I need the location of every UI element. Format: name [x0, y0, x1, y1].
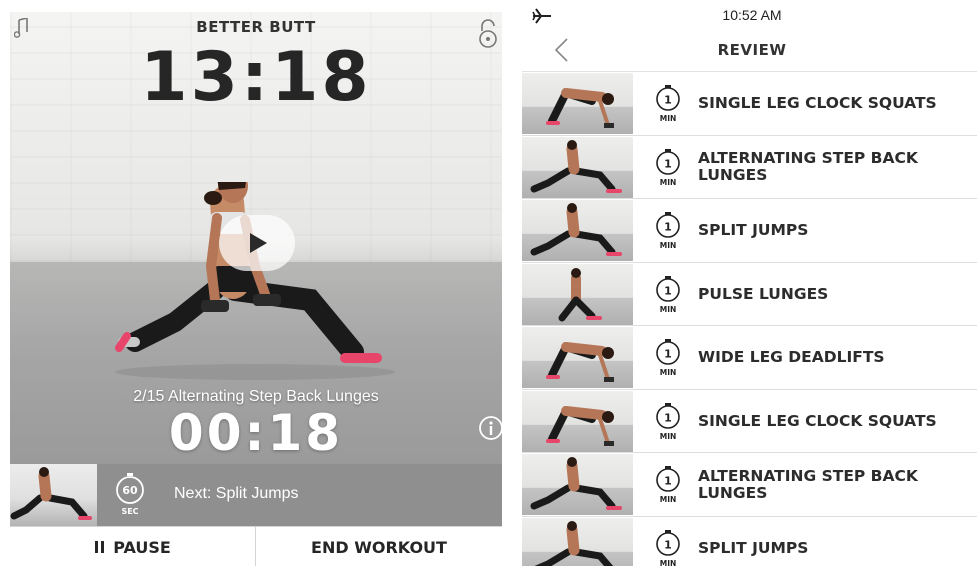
pause-label: PAUSE	[113, 537, 171, 557]
svg-text:1: 1	[664, 348, 672, 361]
athlete-figure	[115, 182, 395, 380]
athlete-thumbnail	[546, 405, 614, 446]
stopwatch-icon: 1 MIN	[656, 85, 680, 123]
stopwatch-icon: 1 MIN	[656, 339, 680, 377]
stopwatch-icon: 1 MIN	[656, 275, 680, 314]
list-item[interactable]: 1 MIN SPLIT JUMPS	[522, 517, 977, 566]
list-item[interactable]: 1 MIN PULSE LUNGES	[522, 263, 977, 326]
svg-text:MIN: MIN	[660, 114, 677, 123]
exercise-name: PULSE LUNGES	[698, 284, 829, 303]
exercise-name: SINGLE LEG CLOCK SQUATS	[698, 94, 937, 112]
exercise-thumbnail	[522, 454, 633, 515]
nav-bar: REVIEW	[522, 28, 977, 72]
svg-text:MIN: MIN	[660, 559, 677, 566]
exercise-name: SINGLE LEG CLOCK SQUATS	[698, 411, 937, 430]
stopwatch-icon: 1 MIN	[656, 466, 680, 504]
end-workout-label: END WORKOUT	[311, 537, 447, 557]
athlete-thumbnail	[10, 467, 92, 520]
athlete-thumbnail	[533, 520, 614, 566]
stopwatch-icon: 60 SEC	[116, 473, 144, 516]
exercise-thumbnail	[522, 263, 633, 325]
exercise-thumbnail	[522, 73, 633, 134]
status-bar: 10:52 AM	[522, 0, 977, 28]
exercise-name: ALTERNATING STEP BACK LUNGES	[698, 466, 918, 502]
svg-text:1: 1	[664, 284, 672, 297]
stopwatch-icon: 1 MIN	[656, 148, 680, 187]
exercise-thumbnail	[522, 327, 633, 388]
list-item[interactable]: 1 MIN WIDE LEG DEADLIFTS	[522, 326, 977, 390]
pause-button[interactable]: PAUSE	[10, 527, 256, 566]
exercise-thumbnail	[522, 390, 633, 452]
exercise-name: ALTERNATING STEP BACK LUNGES	[698, 149, 918, 184]
exercise-name: SPLIT JUMPS	[698, 538, 809, 557]
svg-text:1: 1	[664, 221, 672, 234]
chevron-left-icon[interactable]	[552, 36, 570, 64]
svg-text:MIN: MIN	[660, 241, 677, 250]
svg-text:MIN: MIN	[660, 368, 677, 377]
svg-text:MIN: MIN	[660, 432, 677, 441]
svg-text:1: 1	[664, 157, 672, 170]
athlete-thumbnail	[530, 457, 622, 510]
exercise-thumbnail	[522, 517, 633, 566]
list-item[interactable]: 1 MIN SPLIT JUMPS	[522, 199, 977, 263]
svg-text:1: 1	[664, 411, 672, 424]
svg-text:MIN: MIN	[660, 305, 677, 314]
exercise-name: SPLIT JUMPS	[698, 221, 809, 239]
svg-text:MIN: MIN	[660, 495, 677, 504]
workout-player: BETTER BUTT 13:18 2/15 Alternating Step …	[10, 12, 502, 566]
athlete-thumbnail	[546, 88, 614, 128]
play-button[interactable]	[219, 215, 295, 271]
airplane-icon	[532, 8, 551, 24]
stopwatch-icon: 1 MIN	[656, 402, 680, 441]
stopwatch-icon: 1 MIN	[656, 529, 680, 566]
list-item[interactable]: 1 MIN SINGLE LEG CLOCK SQUATS	[522, 390, 977, 453]
play-icon	[250, 233, 267, 253]
athlete-thumbnail	[546, 342, 614, 382]
svg-text:SEC: SEC	[121, 507, 138, 516]
review-screen: 10:52 AM REVIEW 1 MIN SINGLE LEG CLOCK SQU…	[522, 0, 977, 566]
athlete-thumbnail	[558, 267, 602, 321]
workout-title: BETTER BUTT	[196, 18, 316, 36]
list-item[interactable]: 1 MIN ALTERNATING STEP BACK LUNGES	[522, 453, 977, 517]
exercise-list: 1 MIN SINGLE LEG CLOCK SQUATS 1 MIN ALTERNATI…	[522, 72, 977, 566]
next-exercise-thumbnail	[10, 464, 97, 526]
exercise-time-remaining: 00:18	[168, 404, 344, 462]
status-time: 10:52 AM	[722, 7, 782, 23]
svg-text:1: 1	[664, 475, 672, 488]
end-workout-button[interactable]: END WORKOUT	[256, 527, 502, 566]
svg-text:1: 1	[664, 538, 672, 551]
list-item[interactable]: 1 MIN SINGLE LEG CLOCK SQUATS	[522, 72, 977, 136]
player-controls: PAUSE END WORKOUT	[10, 526, 502, 566]
list-item[interactable]: 1 MIN ALTERNATING STEP BACK LUNGES	[522, 136, 977, 199]
exercise-name: WIDE LEG DEADLIFTS	[698, 348, 885, 366]
next-exercise-bar: 60 SEC Next: Split Jumps	[10, 464, 502, 526]
page-title: REVIEW	[717, 41, 787, 59]
stopwatch-icon: 1 MIN	[656, 212, 680, 250]
exercise-video[interactable]: BETTER BUTT 13:18 2/15 Alternating Step …	[10, 12, 502, 464]
total-time-remaining: 13:18	[140, 38, 372, 117]
svg-text:MIN: MIN	[660, 178, 677, 187]
svg-text:60: 60	[122, 484, 138, 497]
exercise-thumbnail	[522, 200, 633, 261]
athlete-thumbnail	[530, 139, 622, 193]
next-exercise-label: Next: Split Jumps	[174, 485, 299, 502]
info-icon[interactable]	[478, 415, 502, 441]
athlete-thumbnail	[530, 203, 622, 256]
svg-text:1: 1	[664, 94, 672, 107]
exercise-thumbnail	[522, 136, 633, 198]
pause-icon	[95, 541, 105, 553]
